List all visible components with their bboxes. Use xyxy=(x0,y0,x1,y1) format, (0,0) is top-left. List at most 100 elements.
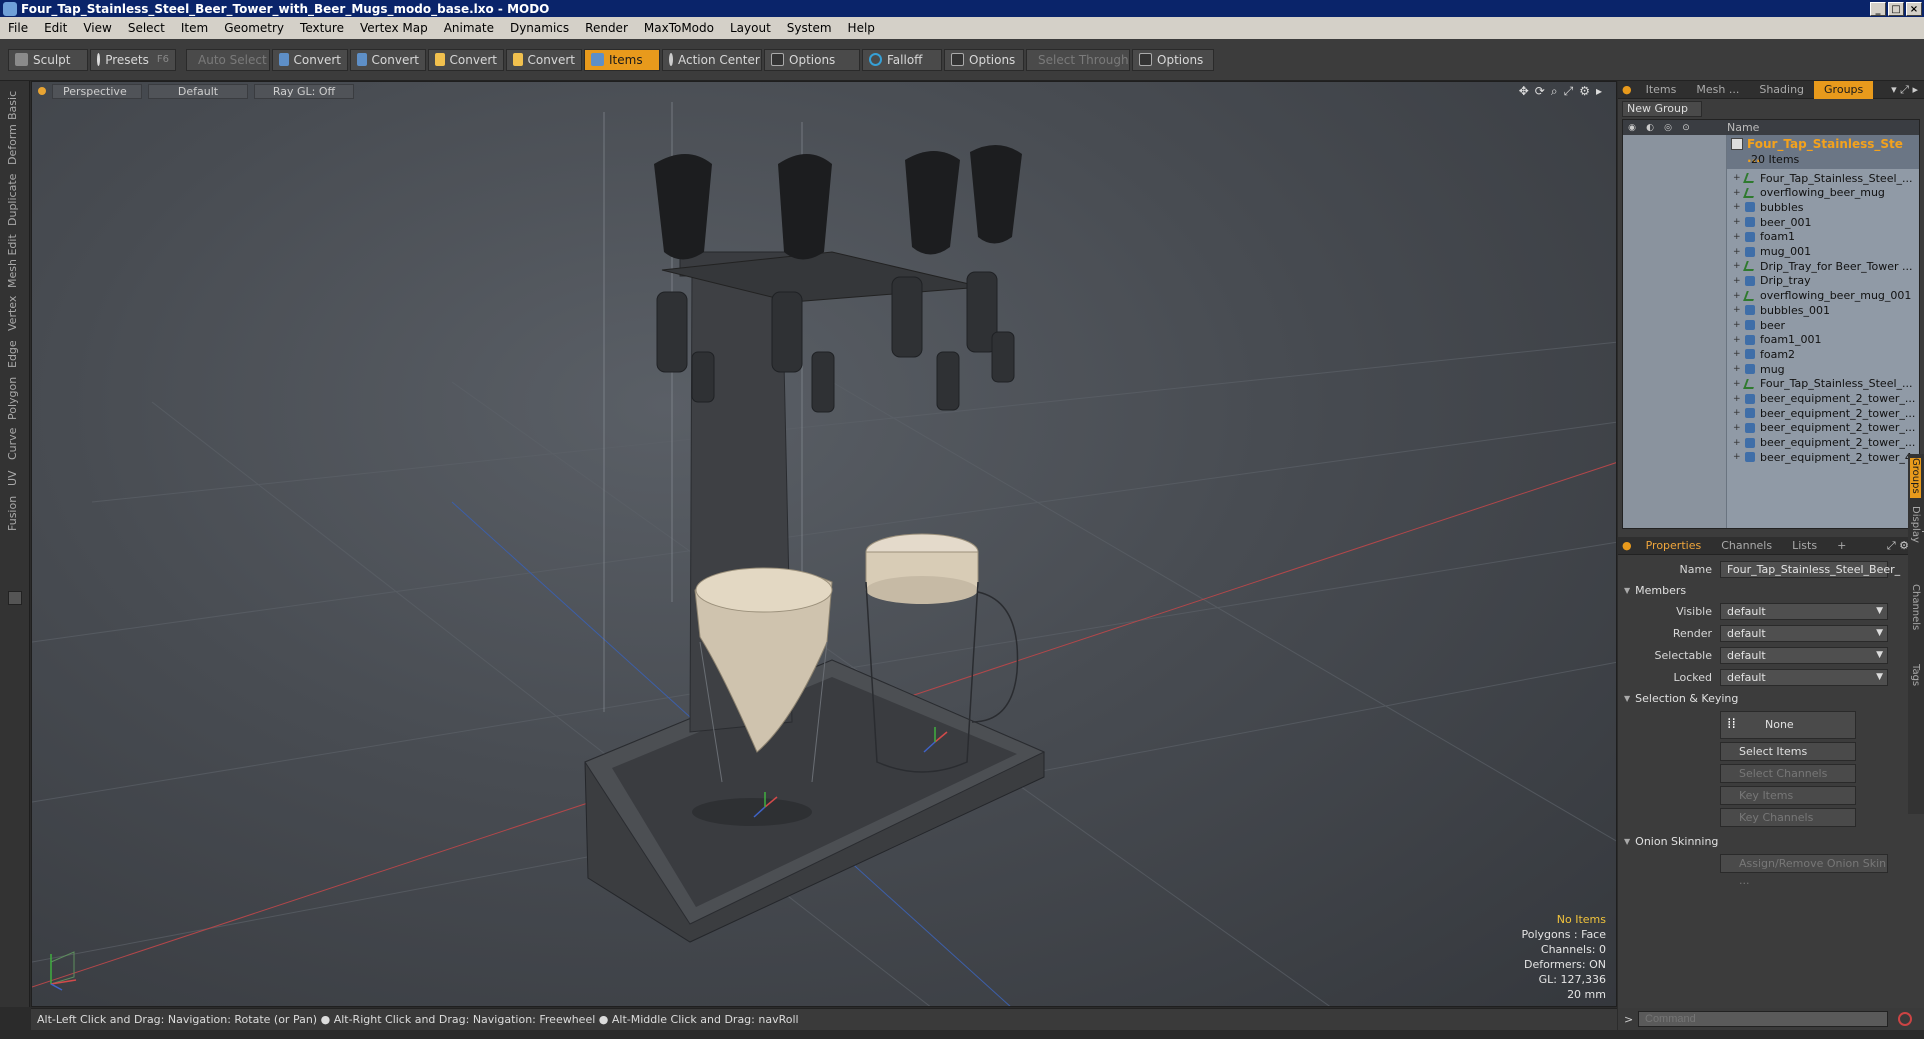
tree-row[interactable]: + beer_equipment_2_tower_4 xyxy=(1733,448,1919,466)
tab-fusion[interactable]: Fusion xyxy=(6,493,24,533)
add-tab-button[interactable]: + xyxy=(1827,537,1856,555)
select-channels-button[interactable]: Select Channels xyxy=(1720,764,1856,783)
name-column-header[interactable]: Name xyxy=(1727,121,1759,134)
key-channels-button[interactable]: Key Channels xyxy=(1720,808,1856,827)
menu-file[interactable]: File xyxy=(0,21,36,35)
shading-dropdown[interactable]: Default xyxy=(148,83,248,99)
side-tab-tags[interactable]: Tags xyxy=(1910,664,1921,694)
command-input[interactable] xyxy=(1638,1011,1888,1027)
tab-shading[interactable]: Shading xyxy=(1749,81,1814,99)
convert-vertices-button[interactable]: Convert xyxy=(272,48,348,71)
record-icon[interactable] xyxy=(1898,1012,1912,1026)
none-preset-button[interactable]: ⁞⁞ None xyxy=(1720,711,1856,739)
menu-item[interactable]: Item xyxy=(173,21,216,35)
tab-basic[interactable]: Basic xyxy=(6,87,24,123)
auto-select-button[interactable]: Auto Select xyxy=(186,48,270,71)
new-group-button[interactable]: New Group xyxy=(1622,101,1702,117)
view-type-dropdown[interactable]: Perspective xyxy=(52,83,142,99)
side-tab-user-channels[interactable]: User Channels xyxy=(1910,584,1924,656)
viewport-menu-icon[interactable] xyxy=(38,87,46,95)
expand-icon[interactable]: + xyxy=(1733,394,1745,404)
side-tab-group-display[interactable]: Group Display xyxy=(1910,506,1924,576)
menu-render[interactable]: Render xyxy=(577,21,636,35)
onion-skinning-section[interactable]: ▼ Onion Skinning xyxy=(1618,831,1924,851)
menu-dynamics[interactable]: Dynamics xyxy=(502,21,577,35)
tab-channels[interactable]: Channels xyxy=(1711,537,1782,555)
render-icon[interactable]: ◐ xyxy=(1641,123,1659,133)
tab-curve[interactable]: Curve xyxy=(6,427,24,461)
settings-gear-icon[interactable]: ⚙ xyxy=(1579,84,1590,99)
menu-select[interactable]: Select xyxy=(120,21,173,35)
presets-button[interactable]: Presets F6 xyxy=(90,48,176,71)
tab-vertex[interactable]: Vertex xyxy=(6,293,24,333)
expand-icon[interactable]: + xyxy=(1733,276,1745,286)
tab-deform[interactable]: Deform xyxy=(6,123,24,167)
assign-onion-skin-button[interactable]: Assign/Remove Onion Skin ... xyxy=(1720,854,1888,887)
items-mode-button[interactable]: Items xyxy=(584,48,660,71)
convert-polygons-button[interactable]: Convert xyxy=(428,48,504,71)
expand-icon[interactable]: + xyxy=(1733,217,1745,227)
convert-materials-button[interactable]: Convert xyxy=(506,48,582,71)
selection-keying-section[interactable]: ▼ Selection & Keying xyxy=(1618,688,1924,708)
selectable-dropdown[interactable]: default ▼ xyxy=(1720,647,1888,664)
expand-icon[interactable]: + xyxy=(1733,364,1745,374)
select-options-button[interactable]: Options xyxy=(1132,48,1214,71)
expand-icon[interactable]: + xyxy=(1733,438,1745,448)
tab-mesh-edit[interactable]: Mesh Edit xyxy=(6,233,24,289)
menu-layout[interactable]: Layout xyxy=(722,21,779,35)
expand-icon[interactable]: + xyxy=(1733,305,1745,315)
expand-tools-icon[interactable] xyxy=(8,591,22,605)
select-through-button[interactable]: Select Through xyxy=(1026,48,1130,71)
tab-groups[interactable]: Groups xyxy=(1814,80,1874,99)
side-tab-groups[interactable]: Groups xyxy=(1910,458,1921,498)
render-dropdown[interactable]: default ▼ xyxy=(1720,625,1888,642)
visible-dropdown[interactable]: default ▼ xyxy=(1720,603,1888,620)
3d-viewport[interactable]: Perspective Default Ray GL: Off ✥ ⟳ ⌕ ⤢ … xyxy=(31,81,1617,1007)
tab-items[interactable]: Items xyxy=(1636,81,1687,99)
close-button[interactable]: × xyxy=(1906,1,1922,16)
panel-expand-icon[interactable]: ▾ ⤢ ▸ xyxy=(1891,83,1918,97)
action-center-options-button[interactable]: Options xyxy=(764,48,860,71)
menu-texture[interactable]: Texture xyxy=(292,21,352,35)
tab-mesh[interactable]: Mesh ... xyxy=(1686,81,1749,99)
zoom-icon[interactable]: ⌕ xyxy=(1551,84,1558,99)
menu-help[interactable]: Help xyxy=(840,21,883,35)
tab-uv[interactable]: UV xyxy=(6,467,24,489)
menu-geometry[interactable]: Geometry xyxy=(216,21,292,35)
members-section[interactable]: ▼ Members xyxy=(1618,580,1924,600)
falloff-options-button[interactable]: Options xyxy=(944,48,1024,71)
expand-icon[interactable]: + xyxy=(1733,408,1745,418)
falloff-button[interactable]: Falloff xyxy=(862,48,942,71)
group-name-field[interactable]: Four_Tap_Stainless_Steel_Beer_ xyxy=(1720,561,1900,578)
tab-properties[interactable]: Properties xyxy=(1636,537,1712,555)
key-items-button[interactable]: Key Items xyxy=(1720,786,1856,805)
fit-icon[interactable]: ⤢ xyxy=(1564,84,1574,99)
panel-menu-icon[interactable]: ● xyxy=(1618,81,1636,99)
menu-view[interactable]: View xyxy=(75,21,119,35)
tab-edge[interactable]: Edge xyxy=(6,337,24,371)
tab-duplicate[interactable]: Duplicate xyxy=(6,173,24,227)
expand-icon[interactable]: + xyxy=(1733,423,1745,433)
maximize-button[interactable]: □ xyxy=(1888,1,1904,16)
menu-vertex-map[interactable]: Vertex Map xyxy=(352,21,436,35)
visibility-eye-icon[interactable]: ◉ xyxy=(1623,123,1641,133)
expand-icon[interactable]: + xyxy=(1733,452,1745,462)
props-menu-icon[interactable]: ● xyxy=(1618,537,1636,555)
action-center-button[interactable]: Action Center xyxy=(662,48,762,71)
locked-dropdown[interactable]: default ▼ xyxy=(1720,669,1888,686)
menu-edit[interactable]: Edit xyxy=(36,21,75,35)
selectable-icon[interactable]: ◎ xyxy=(1659,123,1677,133)
lock-icon[interactable]: ⊙ xyxy=(1677,123,1695,133)
tab-polygon[interactable]: Polygon xyxy=(6,375,24,421)
expand-icon[interactable]: + xyxy=(1733,247,1745,257)
expand-icon[interactable]: + xyxy=(1733,320,1745,330)
tab-lists[interactable]: Lists xyxy=(1782,537,1827,555)
minimize-button[interactable]: _ xyxy=(1870,1,1886,16)
expand-icon[interactable]: + xyxy=(1733,202,1745,212)
expand-icon[interactable]: + xyxy=(1733,335,1745,345)
menu-animate[interactable]: Animate xyxy=(436,21,502,35)
menu-maxtomodo[interactable]: MaxToModo xyxy=(636,21,722,35)
select-items-button[interactable]: Select Items xyxy=(1720,742,1856,761)
expand-icon[interactable]: + xyxy=(1733,349,1745,359)
convert-edges-button[interactable]: Convert xyxy=(350,48,426,71)
